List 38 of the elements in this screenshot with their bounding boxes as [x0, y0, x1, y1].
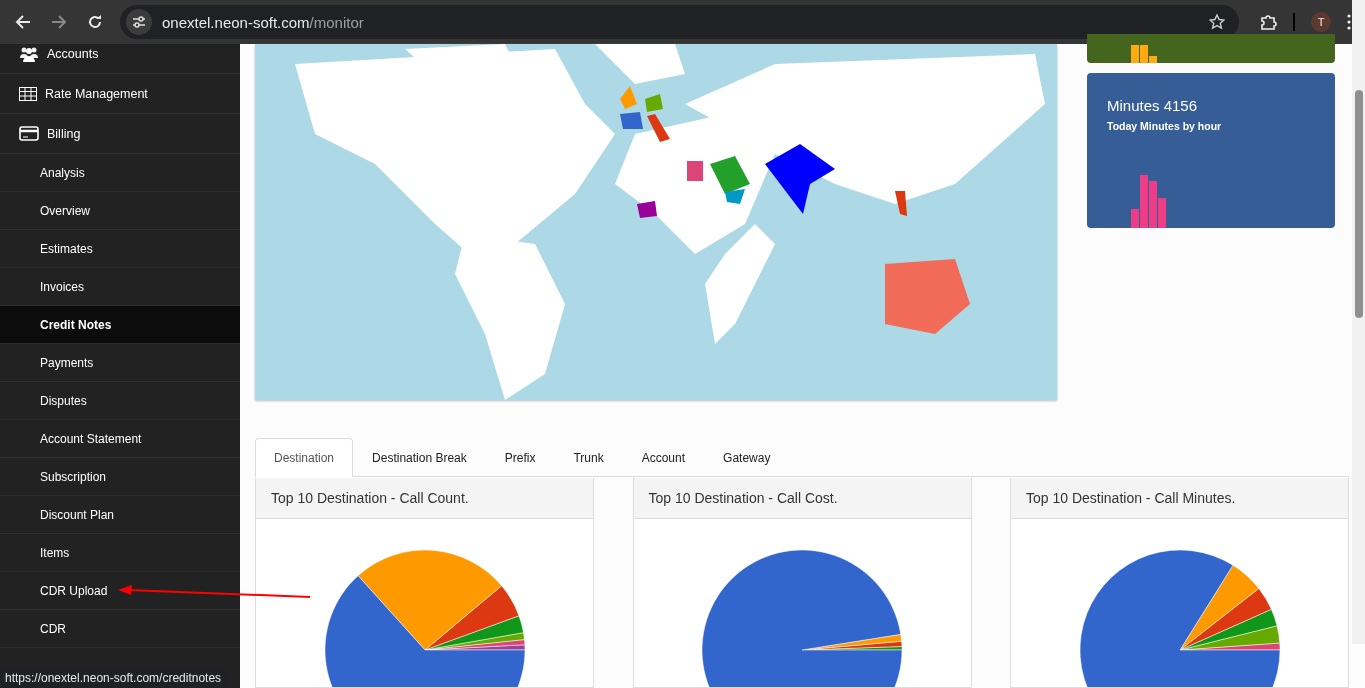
tab[interactable]: Destination: [255, 438, 354, 477]
sidebar-item[interactable]: Account Statement: [0, 420, 240, 458]
sidebar-item[interactable]: Items: [0, 534, 240, 572]
tab[interactable]: Prefix: [485, 438, 555, 476]
credit-card-icon: [19, 126, 39, 141]
star-icon[interactable]: [1209, 14, 1225, 30]
sidebar-item[interactable]: Analysis: [0, 154, 240, 192]
sidebar-item[interactable]: Discount Plan: [0, 496, 240, 534]
url-text: onextel.neon-soft.com/monitor: [162, 13, 365, 31]
tab[interactable]: Destination Break: [353, 438, 486, 476]
sidebar-item[interactable]: Billing: [0, 114, 240, 154]
tab[interactable]: Account: [622, 438, 705, 476]
sidebar-item[interactable]: Payments: [0, 344, 240, 382]
sidebar-item[interactable]: Subscription: [0, 458, 240, 496]
tab[interactable]: Trunk: [554, 438, 623, 476]
sidebar-item[interactable]: Overview: [0, 192, 240, 230]
profile-avatar[interactable]: T: [1311, 12, 1331, 32]
sidebar-item[interactable]: Disputes: [0, 382, 240, 420]
bar-sparkline: [1131, 45, 1157, 63]
panel-title: Top 10 Destination - Call Minutes.: [1011, 478, 1348, 519]
bar-sparkline: [1131, 175, 1166, 228]
menu-icon[interactable]: [1347, 14, 1351, 30]
sidebar-item[interactable]: Credit Notes: [0, 306, 240, 344]
puzzle-icon[interactable]: [1259, 13, 1277, 31]
sidebar-item[interactable]: Estimates: [0, 230, 240, 268]
address-bar[interactable]: onextel.neon-soft.com/monitor: [120, 5, 1239, 39]
grid-icon: [19, 86, 37, 101]
sidebar-item[interactable]: Rate Management: [0, 74, 240, 114]
stat-title: Minutes 4156: [1107, 97, 1199, 114]
tab[interactable]: Gateway: [704, 438, 790, 476]
site-settings-icon[interactable]: [126, 9, 152, 35]
panel-title: Top 10 Destination - Call Cost.: [633, 478, 971, 519]
sidebar-item[interactable]: Accounts: [0, 44, 240, 74]
scrollbar[interactable]: [1352, 0, 1365, 644]
panel-title: Top 10 Destination - Call Count.: [256, 478, 593, 519]
sidebar-item[interactable]: CDR: [0, 610, 240, 648]
users-icon: [19, 45, 39, 62]
stat-subtitle: Today Minutes by hour: [1107, 120, 1223, 132]
